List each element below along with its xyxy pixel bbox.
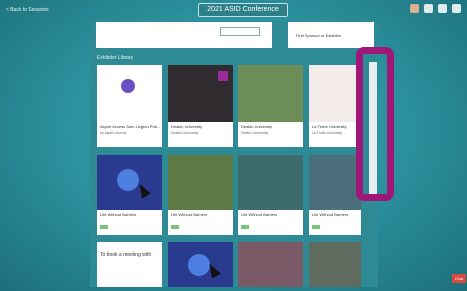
card-title: Life Without Barriers: [241, 212, 278, 217]
exhibitor-card[interactable]: Life Without Barriers: [238, 155, 303, 235]
card-title: Deakin University: [241, 124, 273, 129]
card-subtitle: by Aspire Access: [100, 131, 127, 135]
exhibitor-card[interactable]: Deakin University Deakin University: [238, 65, 303, 147]
card-thumbnail: [168, 155, 233, 210]
document-icon[interactable]: [424, 4, 433, 13]
card-thumbnail: [238, 242, 303, 287]
card-subtitle: Deakin University: [241, 131, 269, 135]
card-thumbnail: [309, 65, 361, 122]
card-title: Life Without Barriers: [171, 212, 208, 217]
lwb-logo-icon: [241, 225, 249, 229]
card-title: To book a meeting with: [100, 252, 152, 258]
exhibitor-card[interactable]: [168, 242, 233, 287]
exhibitor-card[interactable]: Life Without Barriers: [97, 155, 162, 235]
lwb-logo-icon: [312, 225, 320, 229]
card-subtitle: Deakin University: [171, 131, 199, 135]
chat-badge[interactable]: Chat: [452, 274, 466, 283]
top-icons: [410, 4, 461, 13]
exhibitor-card[interactable]: [309, 242, 361, 287]
exhibitor-card[interactable]: Life Without Barriers: [309, 155, 361, 235]
exhibitor-card[interactable]: Aspire Access Sam Lington Pub... by Aspi…: [97, 65, 162, 147]
card-title: La Trobe University: [312, 124, 347, 129]
aspire-logo-icon: [121, 79, 135, 93]
exhibitor-card[interactable]: Deakin University Deakin University: [168, 65, 233, 147]
card-thumbnail: [97, 155, 162, 210]
exhibitor-card[interactable]: La Trobe University La Trobe University: [309, 65, 361, 147]
back-link[interactable]: < Back to Sessions: [6, 7, 49, 13]
card-thumbnail: [309, 242, 361, 287]
card-thumbnail: [238, 65, 303, 122]
chat-icon[interactable]: [438, 4, 447, 13]
filter-select[interactable]: [220, 27, 260, 36]
card-title: Life Without Barriers: [312, 212, 349, 217]
find-sponsor-link[interactable]: Find Sponsor or Exhibitor: [296, 33, 341, 38]
exhibitor-card[interactable]: [238, 242, 303, 287]
settings-icon[interactable]: [452, 4, 461, 13]
exhibitor-card[interactable]: To book a meeting with: [97, 242, 162, 287]
card-title: Deakin University: [171, 124, 203, 129]
card-thumbnail: [309, 155, 361, 210]
people-icon[interactable]: [410, 4, 419, 13]
card-thumbnail: [168, 242, 233, 287]
exhibitor-card[interactable]: Life Without Barriers: [168, 155, 233, 235]
card-thumbnail: [97, 65, 162, 122]
card-title: Life Without Barriers: [100, 212, 137, 217]
annotation-highlight: [356, 47, 394, 201]
lwb-logo-icon: [100, 225, 108, 229]
card-thumbnail: [168, 65, 233, 122]
card-title: Aspire Access Sam Lington Pub...: [100, 124, 161, 129]
lwb-logo-icon: [171, 225, 179, 229]
conference-title: 2021 ASID Conference: [198, 3, 288, 17]
section-title: Exhibitor Library: [97, 55, 134, 61]
card-subtitle: La Trobe University: [312, 131, 343, 135]
top-bar: < Back to Sessions 2021 ASID Conference: [0, 0, 467, 20]
card-thumbnail: [238, 155, 303, 210]
deakin-logo-icon: [218, 71, 228, 81]
